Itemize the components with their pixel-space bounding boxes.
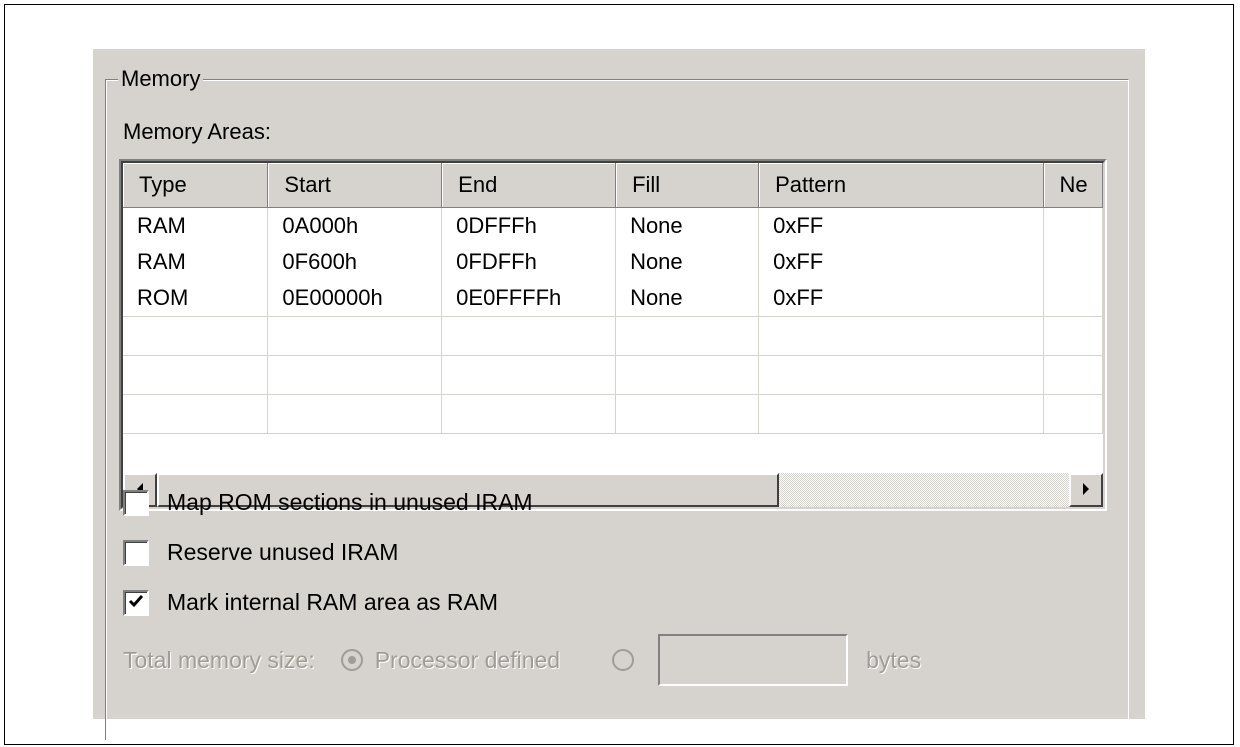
processor-defined-radio[interactable] (340, 649, 363, 671)
table-row[interactable] (123, 394, 1103, 434)
cell-fill (615, 316, 760, 356)
cell-start: 0A000h (267, 207, 443, 244)
column-header-ne[interactable]: Ne (1043, 163, 1103, 208)
cell-start: 0E00000h (267, 280, 443, 317)
column-header-fill[interactable]: Fill (615, 163, 760, 208)
column-header-end[interactable]: End (441, 163, 617, 208)
column-header-type[interactable]: Type (123, 163, 269, 208)
cell-type: ROM (123, 280, 269, 317)
cell-end: 0E0FFFFh (441, 280, 617, 317)
cell-fill: None (615, 280, 760, 317)
table-row[interactable]: RAM 0A000h 0DFFFh None 0xFF (123, 207, 1103, 244)
map-rom-label: Map ROM sections in unused IRAM (167, 489, 533, 515)
scroll-right-button[interactable] (1069, 473, 1103, 507)
cell-ne (1043, 244, 1103, 280)
scrollbar-track[interactable] (779, 473, 1069, 507)
cell-ne (1043, 355, 1103, 395)
checkmark-icon (128, 593, 144, 613)
cell-start (267, 355, 443, 395)
memory-panel: Memory Memory Areas: Type Start End Fill (93, 49, 1145, 740)
cell-pattern: 0xFF (758, 207, 1044, 244)
cell-start: 0F600h (267, 244, 443, 280)
cell-end (441, 316, 617, 356)
reserve-iram-label: Reserve unused IRAM (167, 539, 399, 565)
table-row[interactable] (123, 355, 1103, 395)
cell-pattern (758, 316, 1044, 356)
cell-type (123, 394, 269, 434)
cell-pattern (758, 355, 1044, 395)
cell-type (123, 316, 269, 356)
figure-frame: Memory Memory Areas: Type Start End Fill (4, 4, 1234, 745)
cell-pattern: 0xFF (758, 280, 1044, 317)
cell-ne (1043, 394, 1103, 434)
table-row[interactable] (123, 316, 1103, 356)
map-rom-option[interactable]: Map ROM sections in unused IRAM (123, 489, 533, 516)
mark-internal-ram-checkbox[interactable] (123, 589, 149, 616)
mark-internal-ram-option[interactable]: Mark internal RAM area as RAM (123, 589, 498, 616)
memory-areas-table[interactable]: Type Start End Fill Pattern Ne RAM 0A000… (119, 159, 1107, 511)
cell-end (441, 355, 617, 395)
reserve-iram-option[interactable]: Reserve unused IRAM (123, 539, 398, 566)
cell-ne (1043, 316, 1103, 356)
bytes-label: bytes (866, 646, 922, 673)
cell-end: 0DFFFh (441, 207, 617, 244)
map-rom-checkbox[interactable] (123, 489, 149, 516)
cell-type (123, 355, 269, 395)
column-header-start[interactable]: Start (267, 163, 443, 208)
mark-internal-ram-label: Mark internal RAM area as RAM (167, 589, 499, 615)
processor-defined-label: Processor defined (374, 646, 561, 673)
table-row[interactable]: ROM 0E00000h 0E0FFFFh None 0xFF (123, 280, 1103, 317)
cell-end: 0FDFFh (441, 244, 617, 280)
cell-fill: None (615, 207, 760, 244)
total-memory-label: Total memory size: (123, 646, 315, 673)
cell-pattern: 0xFF (758, 244, 1044, 280)
cell-ne (1043, 207, 1103, 244)
cell-ne (1043, 280, 1103, 317)
cell-start (267, 316, 443, 356)
cell-end (441, 394, 617, 434)
table-row[interactable]: RAM 0F600h 0FDFFh None 0xFF (123, 244, 1103, 280)
cell-type: RAM (123, 207, 269, 244)
bytes-input[interactable] (658, 634, 849, 686)
group-title: Memory (118, 65, 204, 93)
custom-size-radio[interactable] (612, 649, 635, 671)
cell-fill (615, 394, 760, 434)
memory-areas-label: Memory Areas: (123, 119, 271, 144)
cell-fill (615, 355, 760, 395)
cell-start (267, 394, 443, 434)
memory-table: Type Start End Fill Pattern Ne RAM 0A000… (123, 163, 1103, 434)
total-memory-row: Total memory size: Processor defined byt… (123, 634, 921, 686)
cell-pattern (758, 394, 1044, 434)
cell-fill: None (615, 244, 760, 280)
reserve-iram-checkbox[interactable] (123, 539, 149, 566)
arrow-right-icon (1081, 482, 1091, 499)
cell-type: RAM (123, 244, 269, 280)
column-header-pattern[interactable]: Pattern (758, 163, 1044, 208)
